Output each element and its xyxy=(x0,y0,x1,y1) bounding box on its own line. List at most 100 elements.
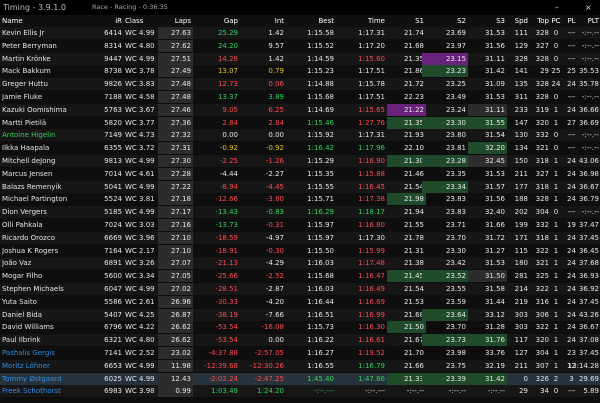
table-row[interactable]: Michael Partington 5524 WC 3.81 27.18 -12.66… xyxy=(0,193,600,206)
col-header-spd[interactable]: Spd xyxy=(505,15,528,27)
table-row[interactable]: Stephen Michaels 6047 WC 4.99 27.02 -28.51 -2… xyxy=(0,283,600,295)
cell-time: 1:16.45 xyxy=(358,182,385,191)
cell-s3: 31.56 xyxy=(484,195,505,204)
table-row[interactable]: Mack Bakkum 8738 WC 3.78 27.49 13.07 0.79 1:15… xyxy=(0,65,600,78)
cell-cls: WC 4.25 xyxy=(125,310,155,319)
table-row[interactable]: Yuta Saito 5586 WC 2.61 26.96 -30.33 -4.20 1:1… xyxy=(0,295,600,308)
cell-gap: 1:03.49 xyxy=(211,387,238,396)
cell-pc: 0 xyxy=(553,41,559,50)
cell-top: 328 xyxy=(535,195,549,204)
cell-s3: 31.11 xyxy=(484,54,505,63)
minimize-icon[interactable]: – xyxy=(555,0,559,15)
table-row[interactable]: Olli Pahkala 7024 WC 3.03 27.16 -13.73 -0.31 1… xyxy=(0,219,600,231)
table-row[interactable]: Pashalis Gergis 7141 WC 2.52 23.02 -4:37.88 -… xyxy=(0,347,600,359)
cell-best: 1:15.23 xyxy=(307,67,334,76)
cell-s1: 21.66 xyxy=(403,361,424,370)
cell-top: 327 xyxy=(535,41,549,50)
cell-s1: 21.31 xyxy=(403,246,424,255)
cell-plt: 37.45 xyxy=(578,349,599,357)
cell-laps: 12.43 xyxy=(170,374,191,383)
cell-s1: 21.67 xyxy=(403,336,424,345)
table-row[interactable]: Daniel Bida 5407 WC 4.25 26.87 -38.19 -7.66 1:… xyxy=(0,308,600,321)
cell-s1: 21.70 xyxy=(403,349,424,357)
col-header-pc[interactable]: PC xyxy=(550,15,562,27)
cell-top: 328 xyxy=(535,54,549,63)
cell-pc: 0 xyxy=(553,208,559,217)
cell-s2: 23.70 xyxy=(445,233,466,242)
cell-s3: 31.72 xyxy=(484,233,505,242)
col-header-name[interactable]: Name xyxy=(2,15,92,27)
cell-plt: -:--.-- xyxy=(581,131,599,140)
cell-s3: 31.50 xyxy=(484,272,505,281)
table-row[interactable]: Paul Ilbrink 6321 WC 4.80 26.62 -53.54 0.00 1:… xyxy=(0,334,600,347)
cell-pc: 1 xyxy=(553,361,559,370)
table-row[interactable]: Mogar Filho 5600 WC 3.34 27.05 -25.66 -2.52 1:… xyxy=(0,270,600,283)
table-row[interactable]: Kazuki Oomishima 5763 WC 3.67 27.46 9.05 6.25… xyxy=(0,103,600,116)
col-header-s1[interactable]: S1 xyxy=(389,15,424,27)
table-row[interactable]: David Williams 6796 WC 4.22 26.62 -53.54 -16.… xyxy=(0,321,600,334)
cell-spd: 150 xyxy=(514,157,528,165)
col-header-gap[interactable]: Gap xyxy=(193,15,238,27)
cell-plt: 36.69 xyxy=(578,118,599,127)
col-header-time[interactable]: Time xyxy=(335,15,385,27)
table-row[interactable]: Moritz Löhner 6653 WC 4.99 11.98 -12:39.68 -1… xyxy=(0,359,600,372)
cell-time: 1:17.31 xyxy=(358,131,385,140)
cell-name: Kevin Ellis Jr xyxy=(2,29,45,37)
table-row[interactable]: Tommy Østgaard 6025 WC 4.99 12.43 -2:02.24 -2… xyxy=(0,372,600,385)
col-header-plt[interactable]: PLT xyxy=(566,15,599,27)
table-row[interactable]: Mitchell deJong 9813 WC 4.99 27.30 -2.25 -1.2… xyxy=(0,155,600,167)
cell-ir: 6355 xyxy=(104,144,122,153)
table-row[interactable]: Kevin Ellis Jr 6414 WC 4.99 27.63 25.29 1.42 1… xyxy=(0,27,600,39)
col-header-best[interactable]: Best xyxy=(285,15,334,27)
col-header-laps[interactable]: Laps xyxy=(160,15,191,27)
cell-laps: 27.17 xyxy=(170,208,191,217)
col-header-s3[interactable]: S3 xyxy=(470,15,505,27)
table-row[interactable]: João Vaz 6891 WC 3.26 27.07 -21.13 -4.29 1:16.… xyxy=(0,257,600,270)
cell-gap: 9.05 xyxy=(222,105,238,114)
table-row[interactable]: Freek Schothorst 6983 WC 3.98 0.99 1:03.49 1:… xyxy=(0,385,600,398)
table-row[interactable]: Martti Pietilä 5820 WC 3.77 27.36 2.84 2.84 1:… xyxy=(0,116,600,129)
cell-pc: 1 xyxy=(553,349,559,357)
table-row[interactable]: Balazs Remenyik 5041 WC 4.99 27.22 -8.94 -4.4… xyxy=(0,180,600,193)
cell-cls: WC 3.77 xyxy=(125,118,155,127)
cell-ir: 6669 xyxy=(104,233,122,242)
cell-int: 0.00 xyxy=(268,336,284,345)
table-row[interactable]: Peter Berryman 8314 WC 4.80 27.62 24.20 9.57 1… xyxy=(0,39,600,52)
col-header-cls[interactable]: Class xyxy=(125,15,159,27)
cell-time: 1:16.61 xyxy=(358,336,385,345)
cell-gap: -25.66 xyxy=(215,272,238,281)
table-row[interactable]: Greger Huttu 9826 WC 3.83 27.48 12.73 0.06 1:1… xyxy=(0,78,600,91)
cell-name: Ricardo Orozco xyxy=(2,233,55,242)
col-header-int[interactable]: Int xyxy=(239,15,284,27)
cell-top: 321 xyxy=(535,144,549,153)
cell-name: Freek Schothorst xyxy=(2,387,61,396)
cell-best: 1:16.29 xyxy=(307,208,334,217)
cell-int: -1.26 xyxy=(265,157,284,165)
col-header-top[interactable]: Top xyxy=(528,15,549,27)
table-row[interactable]: Jamie Fluke 7188 WC 4.58 27.48 13.37 3.89 1:15… xyxy=(0,91,600,103)
cell-pc: 1 xyxy=(553,285,559,293)
table-row[interactable]: Ricardo Orozco 6669 WC 3.96 27.10 -18.59 -4.9… xyxy=(0,231,600,244)
col-header-ir[interactable]: iR xyxy=(92,15,122,27)
cell-gap: 2.84 xyxy=(222,118,238,127)
table-row[interactable]: Dion Vergers 5185 WC 4.99 27.17 -13.43 -0.83 1… xyxy=(0,206,600,219)
cell-gap: -53.54 xyxy=(215,336,238,345)
col-header-s2[interactable]: S2 xyxy=(424,15,466,27)
cell-plt: 43.06 xyxy=(578,157,599,165)
table-row[interactable]: Antoine Higelin 7149 WC 4.73 27.32 0.00 0.00 1… xyxy=(0,129,600,142)
cell-ir: 6414 xyxy=(104,29,122,37)
cell-int: -0.83 xyxy=(265,208,284,217)
cell-top: 320 xyxy=(535,118,549,127)
cell-laps: 26.87 xyxy=(170,310,191,319)
cell-time: 1:19.52 xyxy=(358,349,385,357)
table-row[interactable]: Ilkka Haapala 6355 WC 3.72 27.31 -0.92 -0.92 1… xyxy=(0,142,600,155)
table-row[interactable]: Joshua K Rogers 7164 WC 2.17 27.10 -18.91 -0.… xyxy=(0,244,600,257)
table-row[interactable]: Martin Krönke 9447 WC 4.99 27.51 14.28 1.42 1:… xyxy=(0,52,600,65)
close-icon[interactable]: × xyxy=(585,0,592,15)
table-row[interactable]: Marcus Jensen 7014 WC 4.61 27.28 -4.44 -2.27 1… xyxy=(0,167,600,180)
cell-time: 1:17.51 xyxy=(358,93,385,101)
cell-int: -0.31 xyxy=(265,221,284,229)
cell-s3: 31.58 xyxy=(484,285,505,293)
cell-pc: 0 xyxy=(553,387,559,396)
cell-plt: 37.47 xyxy=(578,221,599,229)
